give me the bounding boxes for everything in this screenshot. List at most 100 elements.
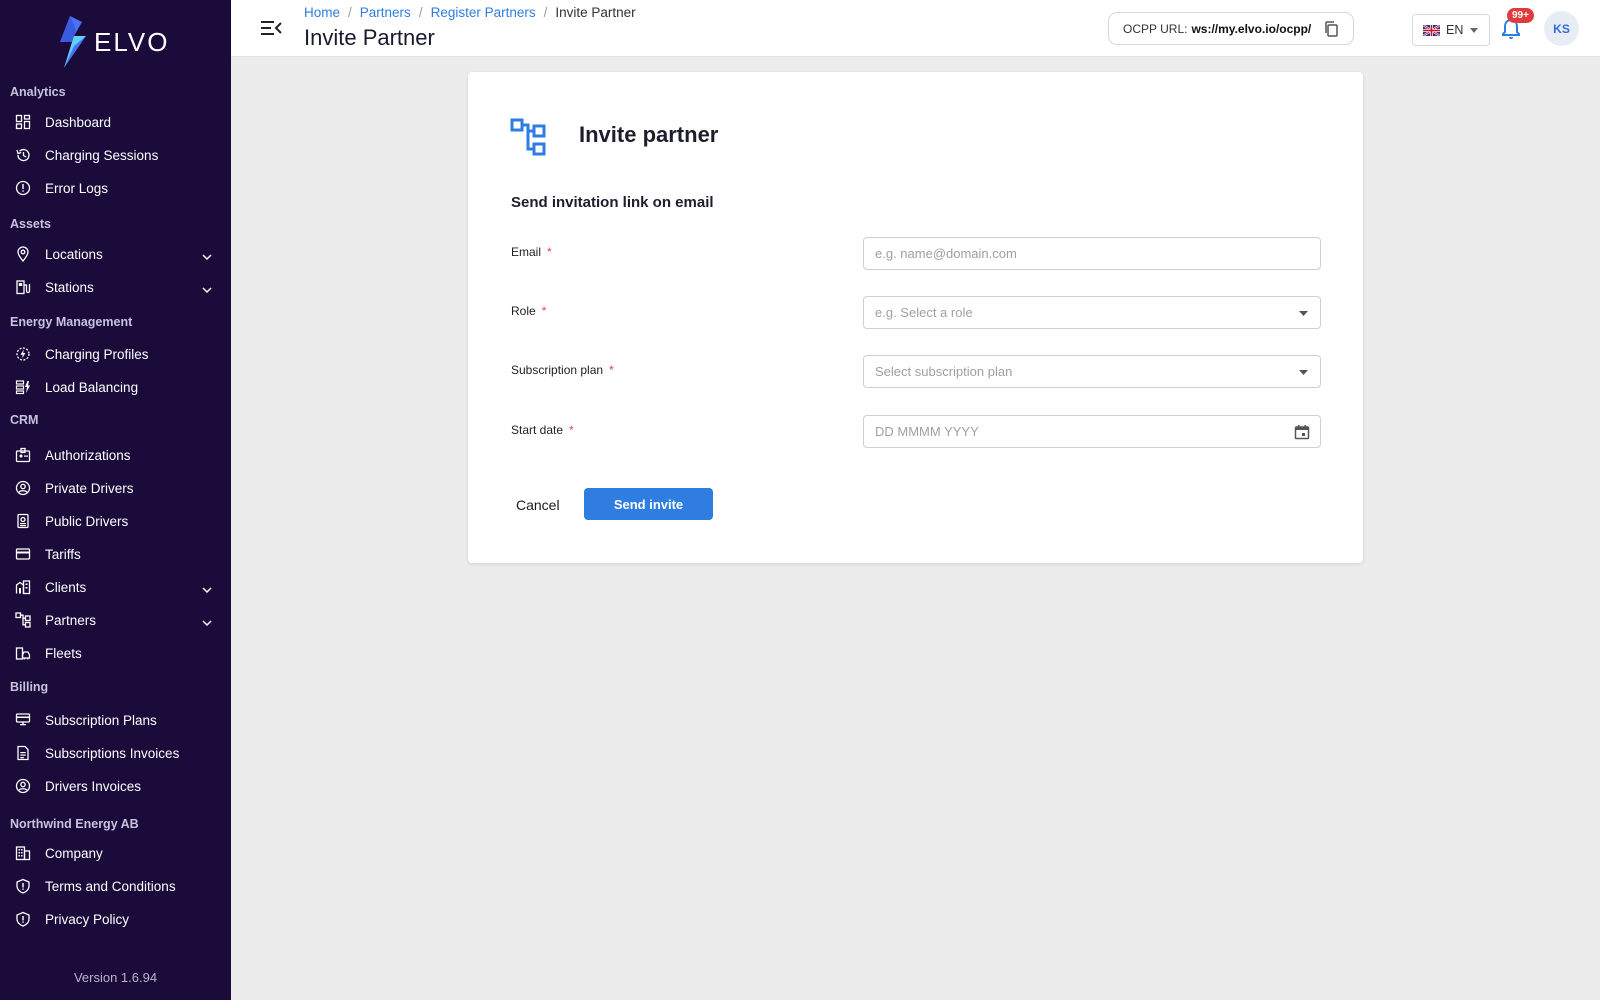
sidebar-item-stations[interactable]: Stations xyxy=(0,271,231,303)
sidebar-section-analytics: Analytics xyxy=(10,85,66,99)
badge-icon xyxy=(15,513,31,529)
sidebar-item-subscription-plans[interactable]: Subscription Plans xyxy=(0,704,231,736)
uk-flag-icon xyxy=(1423,24,1440,36)
ocpp-url-value: ws://my.elvo.io/ocpp/ xyxy=(1191,21,1312,36)
lightning-logo-icon xyxy=(60,16,86,68)
authorization-icon xyxy=(15,447,31,463)
user-avatar[interactable]: KS xyxy=(1544,11,1579,46)
chevron-down-icon[interactable] xyxy=(201,615,213,627)
breadcrumb-partners[interactable]: Partners xyxy=(360,5,411,20)
send-invite-button[interactable]: Send invite xyxy=(584,488,713,520)
chevron-down-icon[interactable] xyxy=(201,249,213,261)
start-date-placeholder: DD MMMM YYYY xyxy=(875,424,979,439)
app-version: Version 1.6.94 xyxy=(73,970,158,985)
invoice-icon xyxy=(15,745,31,761)
breadcrumb-register-partners[interactable]: Register Partners xyxy=(431,5,536,20)
clients-icon xyxy=(15,579,31,595)
sidebar-item-drivers-invoices[interactable]: Drivers Invoices xyxy=(0,770,231,802)
history-icon xyxy=(15,147,31,163)
dropdown-caret-icon xyxy=(1299,370,1308,375)
sidebar-item-label: Company xyxy=(45,845,103,861)
dropdown-caret-icon xyxy=(1299,311,1308,316)
chevron-down-icon xyxy=(1470,28,1478,33)
sidebar-item-label: Error Logs xyxy=(45,180,109,196)
sidebar-item-locations[interactable]: Locations xyxy=(0,238,231,270)
sidebar-item-label: Tariffs xyxy=(45,546,81,562)
sidebar-item-label: Load Balancing xyxy=(45,379,139,395)
station-icon xyxy=(15,279,31,295)
sidebar-item-dashboard[interactable]: Dashboard xyxy=(0,106,231,138)
sidebar-section-billing: Billing xyxy=(10,680,49,694)
card-icon xyxy=(15,546,31,562)
sidebar: ELVO Analytics Dashboard Charging Sessions… xyxy=(0,0,231,1000)
sidebar-item-label: Drivers Invoices xyxy=(45,778,142,794)
sidebar-item-load-balancing[interactable]: Load Balancing xyxy=(0,371,231,403)
subscription-icon xyxy=(15,712,31,728)
sidebar-item-error-logs[interactable]: Error Logs xyxy=(0,172,231,204)
user-circle-icon xyxy=(15,778,31,794)
user-circle-icon xyxy=(15,480,31,496)
elvo-logo[interactable]: ELVO xyxy=(56,16,169,68)
role-select[interactable]: e.g. Select a role xyxy=(863,296,1321,329)
ocpp-url-box: OCPP URL: ws://my.elvo.io/ocpp/ xyxy=(1108,12,1354,45)
language-select[interactable]: EN xyxy=(1412,14,1490,46)
sidebar-section-northwind-energy-ab: Northwind Energy AB xyxy=(10,817,139,831)
role-placeholder: e.g. Select a role xyxy=(875,305,973,320)
partners-icon xyxy=(510,118,546,156)
subscription-plan-placeholder: Select subscription plan xyxy=(875,364,1013,379)
subscription-plan-select[interactable]: Select subscription plan xyxy=(863,355,1321,388)
load-balancing-icon xyxy=(15,379,31,395)
sidebar-section-crm: CRM xyxy=(10,413,39,427)
sidebar-item-label: Authorizations xyxy=(45,447,131,463)
email-label: Email * xyxy=(511,245,552,259)
start-date-field[interactable]: DD MMMM YYYY xyxy=(863,415,1321,448)
sidebar-item-fleets[interactable]: Fleets xyxy=(0,637,231,669)
dashboard-icon xyxy=(15,114,31,130)
card-subtitle: Send invitation link on email xyxy=(511,194,714,211)
sidebar-item-public-drivers[interactable]: Public Drivers xyxy=(0,505,231,537)
brand-name: ELVO xyxy=(94,26,170,57)
sidebar-item-subscriptions-invoices[interactable]: Subscriptions Invoices xyxy=(0,737,231,769)
sidebar-item-label: Locations xyxy=(45,246,103,262)
language-code: EN xyxy=(1446,23,1464,37)
page-title: Invite Partner xyxy=(304,25,435,50)
sidebar-section-energy-management: Energy Management xyxy=(10,315,133,329)
fleet-icon xyxy=(15,645,31,661)
sidebar-item-label: Subscriptions Invoices xyxy=(45,745,180,761)
sidebar-item-label: Dashboard xyxy=(45,114,112,130)
email-field[interactable] xyxy=(875,246,1295,261)
sidebar-item-terms-and-conditions[interactable]: Terms and Conditions xyxy=(0,870,231,902)
sidebar-section-assets: Assets xyxy=(10,217,51,231)
alert-icon xyxy=(15,180,31,196)
sidebar-item-tariffs[interactable]: Tariffs xyxy=(0,538,231,570)
sidebar-item-label: Charging Sessions xyxy=(45,147,159,163)
sidebar-item-label: Fleets xyxy=(45,645,82,661)
sidebar-item-charging-profiles[interactable]: Charging Profiles xyxy=(0,338,231,370)
calendar-icon[interactable] xyxy=(1294,424,1310,440)
chevron-down-icon[interactable] xyxy=(201,582,213,594)
copy-icon[interactable] xyxy=(1323,21,1339,37)
shield-icon xyxy=(15,878,31,894)
sidebar-item-charging-sessions[interactable]: Charging Sessions xyxy=(0,139,231,171)
breadcrumb: Home / Partners / Register Partners / In… xyxy=(304,5,636,20)
notification-badge: 99+ xyxy=(1507,8,1534,23)
breadcrumb-separator: / xyxy=(348,5,352,20)
sidebar-item-authorizations[interactable]: Authorizations xyxy=(0,439,231,471)
cancel-button[interactable]: Cancel xyxy=(516,497,560,513)
sidebar-item-label: Terms and Conditions xyxy=(45,878,176,894)
sidebar-item-company[interactable]: Company xyxy=(0,837,231,869)
sidebar-item-partners[interactable]: Partners xyxy=(0,604,231,636)
sidebar-item-clients[interactable]: Clients xyxy=(0,571,231,603)
company-icon xyxy=(15,845,31,861)
role-row: Role * e.g. Select a role xyxy=(511,296,1321,330)
sidebar-item-privacy-policy[interactable]: Privacy Policy xyxy=(0,903,231,935)
sidebar-item-private-drivers[interactable]: Private Drivers xyxy=(0,472,231,504)
breadcrumb-separator: / xyxy=(543,5,548,20)
sidebar-item-label: Clients xyxy=(45,579,87,595)
card-title: Invite partner xyxy=(579,122,719,147)
start-date-row: Start date * DD MMMM YYYY xyxy=(511,415,1321,449)
menu-collapse-icon[interactable] xyxy=(261,18,283,38)
breadcrumb-home[interactable]: Home xyxy=(304,5,340,20)
sidebar-item-label: Charging Profiles xyxy=(45,346,149,362)
chevron-down-icon[interactable] xyxy=(201,282,213,294)
